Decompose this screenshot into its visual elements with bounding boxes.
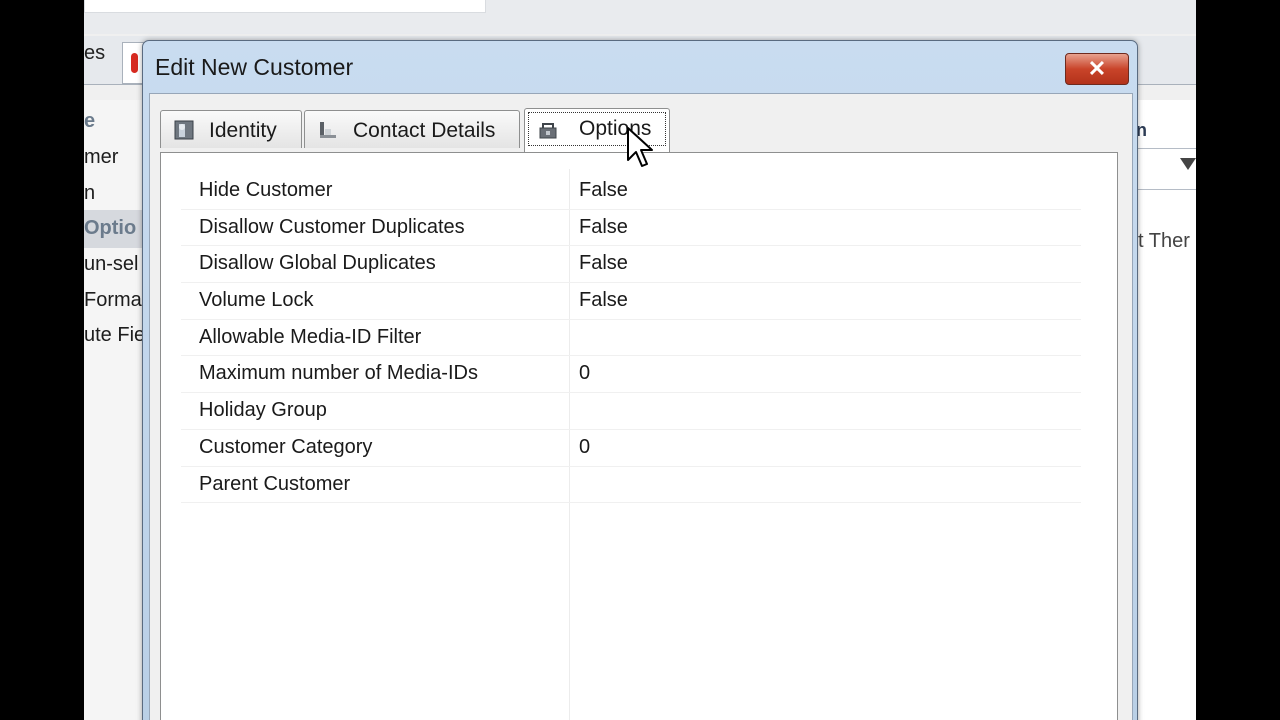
property-row[interactable]: Parent Customer: [181, 467, 1081, 504]
identity-icon: [174, 120, 194, 140]
dialog-client-area: Identity Contact Details Options Hide Cu…: [149, 93, 1133, 720]
close-button[interactable]: ✕: [1065, 53, 1129, 85]
dialog-title: Edit New Customer: [155, 54, 354, 80]
background-right-pane: n t Ther: [1136, 100, 1196, 720]
property-row[interactable]: Maximum number of Media-IDs 0: [181, 356, 1081, 394]
property-row[interactable]: Holiday Group: [181, 393, 1081, 430]
property-name: Allowable Media-ID Filter: [199, 325, 422, 348]
mouse-cursor-icon: [627, 127, 653, 167]
tab-contact-details[interactable]: Contact Details: [304, 110, 520, 148]
tab-identity[interactable]: Identity: [160, 110, 302, 148]
property-row[interactable]: Volume Lock False: [181, 283, 1081, 320]
property-name: Parent Customer: [199, 472, 351, 495]
property-row[interactable]: Allowable Media-ID Filter: [181, 320, 1081, 357]
property-name: Volume Lock: [199, 289, 314, 312]
property-name: Disallow Global Duplicates: [199, 252, 436, 275]
property-name: Customer Category: [199, 435, 373, 458]
background-field[interactable]: [84, 0, 486, 13]
property-row[interactable]: Disallow Customer Duplicates False: [181, 210, 1081, 247]
tab-label: Identity: [209, 119, 277, 142]
background-list-item[interactable]: n: [84, 182, 95, 205]
property-value[interactable]: False: [579, 179, 628, 202]
contact-details-icon: [320, 122, 336, 138]
background-tab-label[interactable]: es: [84, 42, 105, 65]
background-list-item[interactable]: Forma: [84, 289, 142, 312]
property-grid: Hide Customer False Disallow Customer Du…: [181, 173, 1081, 504]
filter-icon[interactable]: [1180, 158, 1196, 170]
background-list-item[interactable]: ute Fie: [84, 324, 145, 347]
background-toolbar: [84, 0, 1196, 34]
property-row[interactable]: Customer Category 0: [181, 430, 1081, 467]
close-icon: ✕: [1087, 56, 1107, 81]
tab-label: Contact Details: [353, 119, 496, 142]
property-name: Holiday Group: [199, 399, 327, 422]
property-row[interactable]: Disallow Global Duplicates False: [181, 246, 1081, 284]
property-name: Maximum number of Media-IDs: [199, 362, 478, 385]
property-name: Hide Customer: [199, 179, 333, 201]
background-left-list: e mer n Optio un-sel Forma ute Fie: [84, 100, 145, 720]
options-panel: Hide Customer False Disallow Customer Du…: [160, 152, 1118, 720]
background-list-item[interactable]: un-sel: [84, 253, 138, 276]
property-value[interactable]: False: [579, 289, 628, 312]
property-value[interactable]: 0: [579, 436, 590, 459]
background-list-item[interactable]: mer: [84, 146, 118, 169]
property-row[interactable]: Hide Customer False: [181, 173, 1081, 210]
property-value[interactable]: False: [579, 252, 628, 275]
options-icon: [539, 123, 557, 139]
property-name: Disallow Customer Duplicates: [199, 215, 465, 238]
property-value[interactable]: False: [579, 216, 628, 239]
background-list-item: e: [84, 110, 96, 132]
background-right-text: t Ther: [1138, 230, 1190, 252]
screen: es e mer n Optio un-sel Forma ute Fie n …: [84, 0, 1196, 720]
property-value[interactable]: 0: [579, 362, 590, 385]
background-list-item: Optio: [84, 217, 137, 239]
